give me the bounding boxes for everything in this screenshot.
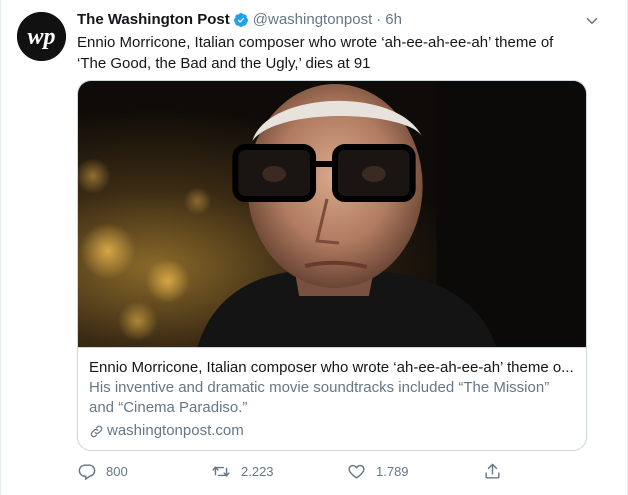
link-icon — [89, 424, 104, 439]
share-button[interactable] — [483, 462, 512, 481]
card-title: Ennio Morricone, Italian composer who wr… — [89, 359, 574, 376]
card-description: His inventive and dramatic movie soundtr… — [89, 379, 550, 416]
heart-icon — [347, 462, 366, 481]
tweet-header: The Washington Post @washingtonpost · 6h — [77, 10, 589, 30]
retweet-count: 2.223 — [241, 463, 274, 479]
like-button[interactable]: 1.789 — [347, 462, 409, 481]
card-domain: washingtonpost.com — [107, 422, 244, 439]
link-card[interactable]: Ennio Morricone, Italian composer who wr… — [77, 80, 587, 451]
avatar[interactable]: wp — [17, 12, 66, 61]
retweet-button[interactable]: 2.223 — [211, 462, 274, 481]
separator-dot: · — [376, 11, 382, 28]
author-handle[interactable]: @washingtonpost — [253, 10, 372, 30]
chevron-down-icon[interactable] — [583, 12, 601, 35]
card-image — [78, 81, 586, 348]
svg-text:wp: wp — [27, 24, 55, 50]
author-name[interactable]: The Washington Post — [77, 10, 230, 30]
verified-badge-icon — [233, 12, 249, 28]
tweet[interactable]: wp The Washington Post @washingtonpost ·… — [0, 0, 628, 495]
retweet-icon — [211, 462, 231, 481]
washington-post-logo-icon: wp — [17, 12, 66, 61]
tweet-actions: 800 2.223 1.789 — [77, 461, 547, 481]
tweet-timestamp[interactable]: 6h — [385, 10, 402, 30]
reply-count: 800 — [106, 463, 128, 479]
card-domain-row: washingtonpost.com — [89, 421, 575, 441]
tweet-text: Ennio Morricone, Italian composer who wr… — [77, 34, 554, 72]
reply-icon — [77, 462, 96, 481]
reply-button[interactable]: 800 — [77, 462, 128, 481]
like-count: 1.789 — [376, 463, 409, 479]
share-icon — [483, 462, 502, 481]
